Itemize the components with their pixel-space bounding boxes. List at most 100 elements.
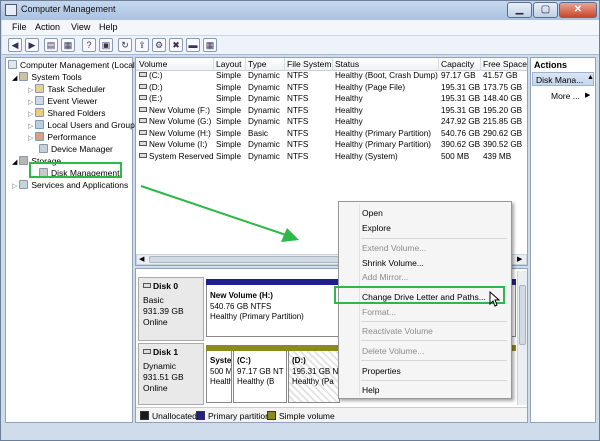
partition-c[interactable]: (C:) 97.17 GB NT Healthy (B bbox=[233, 351, 287, 403]
menu-action[interactable]: Action bbox=[35, 22, 60, 32]
tree-system-tools[interactable]: ◢ System Tools bbox=[12, 72, 82, 84]
forward-arrow-icon[interactable]: ▶ bbox=[25, 38, 39, 52]
title-bar[interactable]: Computer Management ▁ ▢ ✕ bbox=[1, 1, 599, 20]
table-row[interactable]: System Reserved Simple Dynamic NTFS Healthy … bbox=[136, 152, 527, 164]
scroll-right-icon[interactable]: ▶ bbox=[517, 255, 522, 263]
menu-item-properties[interactable]: Properties bbox=[339, 363, 511, 379]
menu-item-delete-volume[interactable]: Delete Volume... bbox=[339, 343, 511, 359]
partition-d[interactable]: (D:) 195.31 GB NT Healthy (Pa bbox=[288, 351, 340, 403]
disk-view-scrollbar[interactable] bbox=[517, 271, 527, 405]
disk0-info[interactable]: Disk 0 Basic 931.39 GB Online bbox=[138, 277, 204, 341]
mouse-cursor-icon bbox=[489, 291, 501, 307]
actions-more[interactable]: More ... bbox=[551, 91, 580, 101]
expand-icon[interactable]: ▷ bbox=[28, 111, 33, 118]
tree-shared-folders[interactable]: ▷ Shared Folders bbox=[28, 108, 106, 120]
disk1-info[interactable]: Disk 1 Dynamic 931.51 GB Online bbox=[138, 343, 204, 405]
table-row[interactable]: (D:) Simple Dynamic NTFS Healthy (Page File)… bbox=[136, 83, 527, 95]
tree-task-scheduler[interactable]: ▷ Task Scheduler bbox=[28, 84, 106, 96]
expand-icon[interactable]: ▷ bbox=[28, 123, 33, 130]
menu-item-help[interactable]: Help bbox=[339, 382, 511, 398]
folder-icon[interactable]: ▬ bbox=[186, 38, 200, 52]
col-file-system[interactable]: File System bbox=[287, 59, 331, 69]
refresh-icon[interactable]: ↻ bbox=[118, 38, 132, 52]
col-type[interactable]: Type bbox=[248, 59, 266, 69]
tree-local-users[interactable]: ▷ Local Users and Groups bbox=[28, 120, 139, 132]
close-button[interactable]: ✕ bbox=[559, 2, 597, 18]
table-cell: (D:) bbox=[139, 83, 163, 92]
expand-icon[interactable]: ▷ bbox=[12, 183, 17, 190]
computer-icon bbox=[8, 60, 17, 69]
menu-help[interactable]: Help bbox=[99, 22, 118, 32]
table-row[interactable]: (E:) Simple Dynamic NTFS Healthy 195.31 GB 148… bbox=[136, 94, 527, 106]
col-volume[interactable]: Volume bbox=[139, 59, 167, 69]
table-cell: Dynamic bbox=[248, 117, 280, 126]
tree-services-applications[interactable]: ▷ Services and Applications bbox=[12, 180, 128, 192]
properties-icon[interactable]: ▣ bbox=[99, 38, 113, 52]
table-cell: 195.31 GB bbox=[441, 94, 481, 103]
col-status[interactable]: Status bbox=[335, 59, 359, 69]
table-cell: NTFS bbox=[287, 82, 309, 92]
partition-system[interactable]: Syste 500 M Health bbox=[206, 351, 232, 403]
collapse-icon[interactable]: ◢ bbox=[12, 159, 17, 166]
grid-icon[interactable]: ▦ bbox=[203, 38, 217, 52]
menu-item-reactivate-volume[interactable]: Reactivate Volume bbox=[339, 323, 511, 339]
submenu-arrow-icon[interactable]: ▶ bbox=[585, 91, 590, 99]
expand-icon[interactable]: ▷ bbox=[28, 135, 33, 142]
help-icon[interactable]: ? bbox=[82, 38, 96, 52]
toolbar: ◀ ▶ ▤ ▦ ? ▣ ↻ ⇪ ⚙ ✖ ▬ ▦ bbox=[2, 36, 599, 55]
menu-item-open[interactable]: Open bbox=[339, 205, 511, 221]
actions-pane: Actions Disk Mana... ▲ More ... ▶ bbox=[530, 57, 596, 423]
table-row[interactable]: (C:) Simple Dynamic NTFS Healthy (Boot, Cras… bbox=[136, 71, 527, 83]
menu-item-add-mirror[interactable]: Add Mirror... bbox=[339, 269, 511, 285]
table-cell: Basic bbox=[248, 128, 269, 138]
export-icon[interactable]: ⇪ bbox=[135, 38, 149, 52]
tree-performance[interactable]: ▷ Performance bbox=[28, 132, 96, 144]
col-layout[interactable]: Layout bbox=[216, 59, 242, 69]
scroll-left-icon[interactable]: ◀ bbox=[139, 255, 144, 263]
minimize-button[interactable]: ▁ bbox=[507, 2, 532, 18]
settings-icon[interactable]: ⚙ bbox=[152, 38, 166, 52]
table-row[interactable]: New Volume (I:) Simple Dynamic NTFS Healthy … bbox=[136, 140, 527, 152]
annotation-arrow-icon bbox=[140, 185, 299, 242]
change-drive-letter-highlight bbox=[334, 286, 505, 304]
collapse-icon[interactable]: ◢ bbox=[12, 75, 17, 82]
table-cell: 195.31 GB bbox=[441, 82, 481, 92]
scroll-thumb[interactable] bbox=[519, 285, 526, 345]
folder-up-icon[interactable]: ▤ bbox=[44, 38, 58, 52]
partition-c-name: (C:) bbox=[237, 356, 251, 365]
volume-icon bbox=[139, 141, 147, 146]
expand-icon[interactable]: ▷ bbox=[28, 99, 33, 106]
collapse-arrow-icon[interactable]: ▲ bbox=[587, 74, 594, 81]
table-cell: Healthy (Page File) bbox=[335, 82, 406, 92]
actions-disk-management[interactable]: Disk Mana... ▲ bbox=[532, 72, 594, 86]
tree-device-manager[interactable]: Device Manager bbox=[39, 144, 113, 156]
table-cell: 390.52 GB bbox=[483, 140, 523, 149]
expand-icon[interactable]: ▷ bbox=[28, 87, 33, 94]
tree-root[interactable]: Computer Management (Local bbox=[8, 60, 135, 72]
back-arrow-icon[interactable]: ◀ bbox=[8, 38, 22, 52]
menu-file[interactable]: File bbox=[12, 22, 27, 32]
table-cell: 195.20 GB bbox=[483, 105, 523, 115]
minimize-icon: ▁ bbox=[515, 4, 524, 15]
table-cell: 390.62 GB bbox=[441, 140, 481, 149]
menu-view[interactable]: View bbox=[71, 22, 90, 32]
table-row[interactable]: New Volume (H:) Simple Basic NTFS Healthy (P… bbox=[136, 129, 527, 141]
table-row[interactable]: New Volume (F:) Simple Dynamic NTFS Healthy 1… bbox=[136, 106, 527, 118]
table-cell: Healthy bbox=[335, 117, 363, 126]
table-cell: New Volume (I:) bbox=[139, 140, 207, 149]
volume-list-header: Volume Layout Type File System Status Ca… bbox=[136, 58, 527, 71]
maximize-icon: ▢ bbox=[540, 4, 551, 15]
col-capacity[interactable]: Capacity bbox=[441, 59, 474, 69]
delete-icon[interactable]: ✖ bbox=[169, 38, 183, 52]
partition-c-size: 97.17 GB NT bbox=[237, 366, 284, 376]
tree-event-viewer[interactable]: ▷ Event Viewer bbox=[28, 96, 97, 108]
performance-icon bbox=[35, 132, 45, 141]
tree-view-icon[interactable]: ▦ bbox=[61, 38, 75, 52]
col-free-space[interactable]: Free Space bbox=[483, 59, 527, 69]
table-cell: NTFS bbox=[287, 117, 309, 126]
table-row[interactable]: New Volume (G:) Simple Dynamic NTFS Healthy 2… bbox=[136, 117, 527, 129]
menu-item-extend-volume[interactable]: Extend Volume... bbox=[339, 240, 511, 256]
menu-item-format[interactable]: Format... bbox=[339, 304, 511, 320]
maximize-button[interactable]: ▢ bbox=[533, 2, 558, 18]
menu-item-explore[interactable]: Explore bbox=[339, 220, 511, 236]
